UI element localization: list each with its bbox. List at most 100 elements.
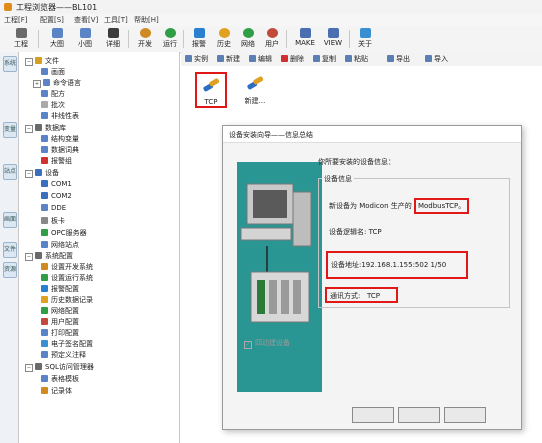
tree-item-board[interactable]: 板卡 <box>41 216 65 225</box>
menu-config[interactable]: 配置[S] <box>40 15 64 25</box>
tree-item-struct-variable[interactable]: 结构变量 <box>41 134 79 143</box>
toolbar-alarm-button[interactable]: 报警 <box>186 28 212 50</box>
tree-item-history-record[interactable]: 历史数据记录 <box>41 295 93 304</box>
menu-help[interactable]: 帮助[H] <box>134 15 159 25</box>
toolbar-large-icons-button[interactable]: 大图 <box>44 28 70 50</box>
paste-button[interactable]: 粘贴 <box>345 54 368 64</box>
tree-item-dev-system[interactable]: 设置开发系统 <box>41 262 93 271</box>
collapse-icon[interactable]: − <box>25 58 33 66</box>
collapse-icon[interactable]: − <box>25 170 33 178</box>
vtab-stations[interactable]: 站点 <box>3 164 17 180</box>
tree-item-print-config[interactable]: 打印配置 <box>41 328 79 337</box>
import-icon <box>425 55 432 62</box>
menu-view[interactable]: 查看[V] <box>74 15 98 25</box>
detail-view-icon <box>107 28 119 38</box>
vtab-files[interactable]: 文件 <box>3 242 17 258</box>
export-button[interactable]: 导出 <box>387 54 410 64</box>
vtab-system[interactable]: 系统 <box>3 56 17 72</box>
table-icon <box>41 112 48 119</box>
tree-folder-sql-manager[interactable]: − SQL访问管理器 <box>25 362 94 372</box>
copy-button[interactable]: 复制 <box>313 54 336 64</box>
dialog-prompt: 你所要安装的设备信息： <box>318 158 395 166</box>
sql-icon <box>35 363 42 370</box>
toolbar-detail-button[interactable]: 详细 <box>100 28 126 50</box>
tree-folder-database[interactable]: − 数据库 <box>25 123 66 133</box>
user-icon <box>266 28 278 38</box>
develop-icon <box>41 263 48 270</box>
toolbar-run-button[interactable]: 运行 <box>157 28 183 50</box>
vtab-resources[interactable]: 资源 <box>3 262 17 278</box>
tree-item-batch[interactable]: 批次 <box>41 100 65 109</box>
tree-item-e-signature[interactable]: 电子签名配置 <box>41 339 93 348</box>
device-folder-icon <box>35 169 42 176</box>
tree-item-dde[interactable]: DDE <box>41 204 66 213</box>
tree-item-record[interactable]: 记录体 <box>41 386 72 395</box>
printer-icon <box>41 329 48 336</box>
signature-icon <box>41 340 48 347</box>
expand-icon[interactable]: + <box>33 80 41 88</box>
vertical-tab-bar: 系统 变量 站点 画面 文件 资源 <box>0 52 19 443</box>
dde-icon <box>41 204 48 211</box>
comm-mode: 通讯方式: TCP <box>330 292 381 300</box>
new-button[interactable]: 新建 <box>217 54 240 64</box>
tree-item-com1[interactable]: COM1 <box>41 180 72 189</box>
tree-item-recipe[interactable]: 配方 <box>41 89 65 98</box>
collapse-icon[interactable]: − <box>25 253 33 261</box>
edit-button[interactable]: 编辑 <box>249 54 272 64</box>
toolbar-separator <box>183 30 184 48</box>
tree-item-network-config[interactable]: 网络配置 <box>41 306 79 315</box>
record-icon <box>41 387 48 394</box>
finish-button[interactable] <box>398 407 440 423</box>
tree-item-alarm-config[interactable]: 报警配置 <box>41 284 79 293</box>
tree-folder-system-config[interactable]: − 系统配置 <box>25 251 73 261</box>
run-icon <box>164 28 176 38</box>
tree-item-user-config[interactable]: 用户配置 <box>41 317 79 326</box>
tree-item-data-dictionary[interactable]: 数据词典 <box>41 145 79 154</box>
collapse-icon[interactable]: − <box>25 125 33 133</box>
tree-item-nonlinear-table[interactable]: 非线性表 <box>41 111 79 120</box>
tree-item-run-system[interactable]: 设置运行系统 <box>41 273 93 282</box>
menu-tools[interactable]: 工具[T] <box>104 15 128 25</box>
network-icon <box>242 28 254 38</box>
tree-item-screen[interactable]: 画面 <box>41 67 65 76</box>
run-icon <box>41 274 48 281</box>
about-icon <box>359 28 371 38</box>
toolbar-view-button[interactable]: VIEW <box>318 28 348 50</box>
toolbar-project-button[interactable]: 工程 <box>8 28 34 50</box>
toolbar-user-button[interactable]: 用户 <box>259 28 285 50</box>
folder-icon <box>35 57 42 64</box>
board-icon <box>41 217 48 224</box>
device-tcp[interactable]: TCP <box>195 72 227 108</box>
tree-item-table-template[interactable]: 表格模板 <box>41 374 79 383</box>
vtab-variables[interactable]: 变量 <box>3 122 17 138</box>
toolbar-make-button[interactable]: MAKE <box>290 28 320 50</box>
tree-item-command-language[interactable]: + 命令语言 <box>33 78 81 88</box>
device-new[interactable]: 新建... <box>237 72 273 108</box>
tree-folder-file[interactable]: − 文件 <box>25 56 59 66</box>
comment-icon <box>41 351 48 358</box>
delete-button[interactable]: 删除 <box>281 54 304 64</box>
toolbar-develop-button[interactable]: 开发 <box>132 28 158 50</box>
toolbar-small-icons-button[interactable]: 小图 <box>72 28 98 50</box>
alarm-icon <box>193 28 205 38</box>
import-button[interactable]: 导入 <box>425 54 448 64</box>
toolbar-about-button[interactable]: 关于 <box>352 28 378 50</box>
tree-item-network-station[interactable]: 网络站点 <box>41 240 79 249</box>
auto-create-checkbox[interactable]: ✓ 四动建设备 <box>244 338 290 349</box>
user-icon <box>41 318 48 325</box>
delete-icon <box>281 55 288 62</box>
back-button[interactable] <box>352 407 394 423</box>
tree-item-predefined-comment[interactable]: 预定义注释 <box>41 350 86 359</box>
menu-project[interactable]: 工程[F] <box>4 15 28 25</box>
vtab-screens[interactable]: 画面 <box>3 212 17 228</box>
toolbar-separator <box>38 30 39 48</box>
toolbar-history-button[interactable]: 历史 <box>211 28 237 50</box>
tree-folder-device[interactable]: − 设备 <box>25 168 59 178</box>
tree-item-com2[interactable]: COM2 <box>41 192 72 201</box>
tree-item-alarm-group[interactable]: 报警组 <box>41 156 72 165</box>
toolbar-network-button[interactable]: 网络 <box>235 28 261 50</box>
cancel-button[interactable] <box>444 407 486 423</box>
collapse-icon[interactable]: − <box>25 364 33 372</box>
tree-item-opc-server[interactable]: OPC服务器 <box>41 228 87 237</box>
instance-button[interactable]: 实例 <box>185 54 208 64</box>
